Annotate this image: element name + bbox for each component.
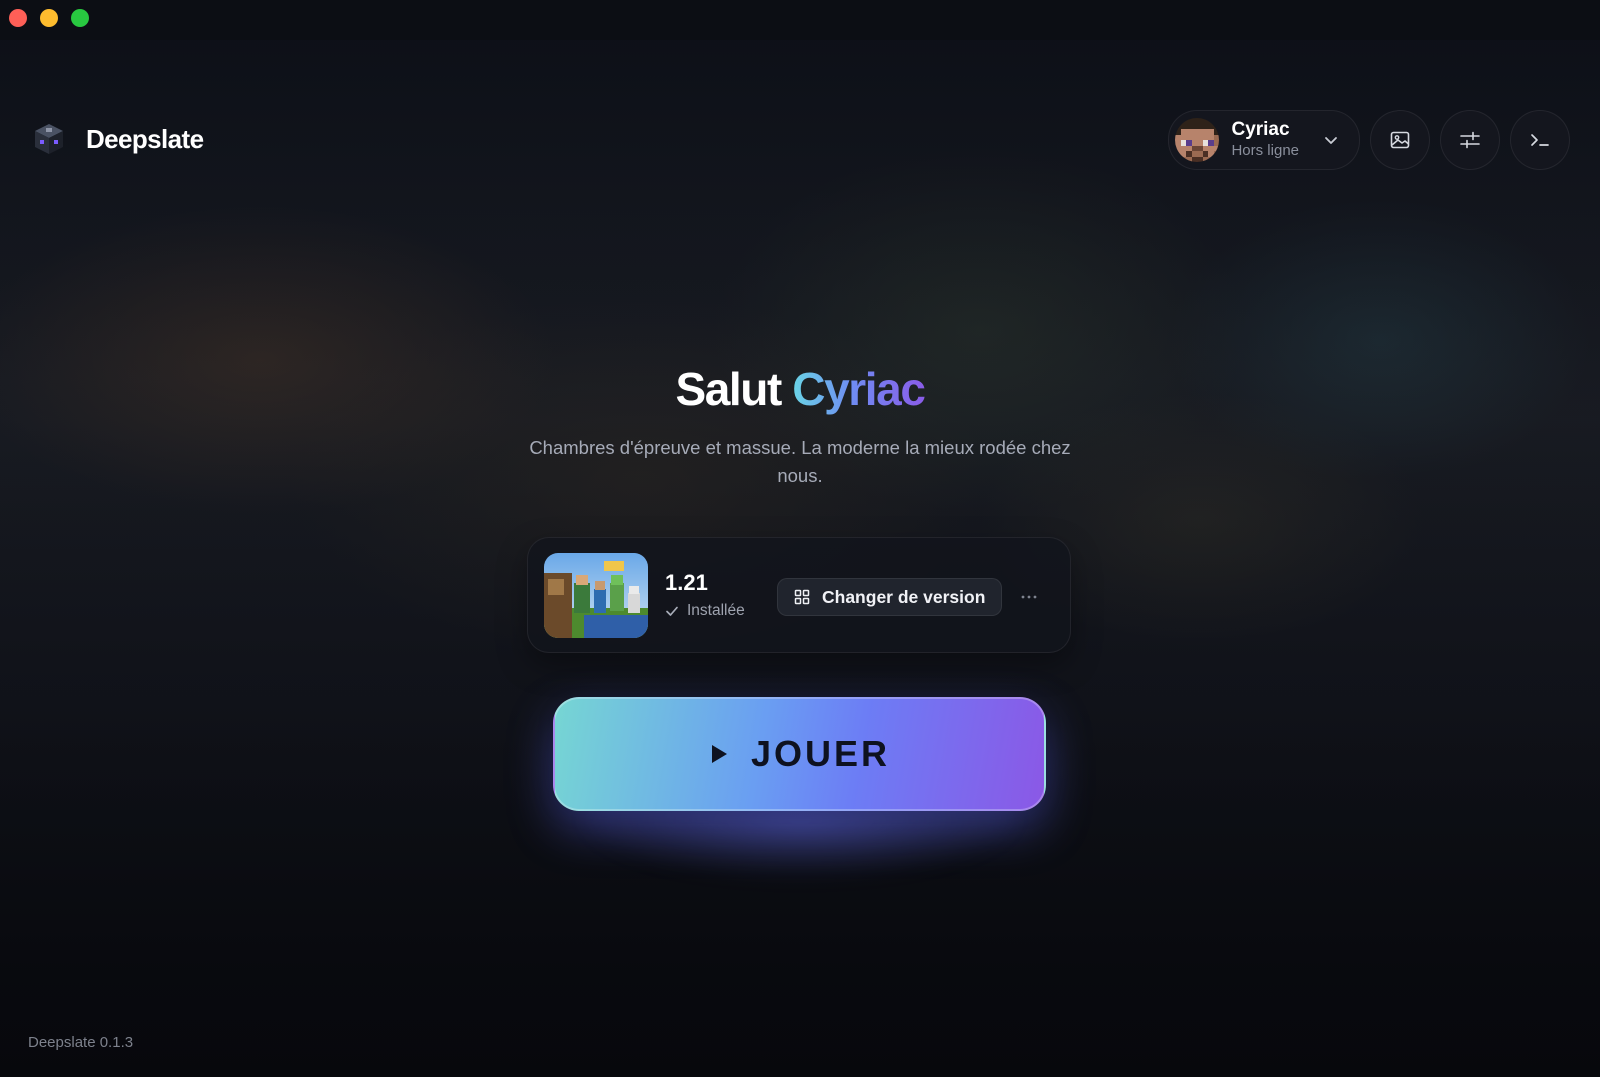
version-number: 1.21 <box>665 570 708 595</box>
settings-button[interactable] <box>1440 110 1500 170</box>
app-name: Deepslate <box>86 123 204 154</box>
background-image-button[interactable] <box>1370 110 1430 170</box>
install-status: Installée <box>665 602 745 620</box>
change-version-button[interactable]: Changer de version <box>777 578 1003 616</box>
version-card: 1.21 Installée Changer de version <box>527 537 1071 653</box>
terminal-icon <box>1531 134 1549 146</box>
change-version-label: Changer de version <box>822 586 986 607</box>
more-horizontal-icon <box>1021 595 1037 599</box>
main-content: Deepslate Cyriac Hors ligne Salut Cyriac… <box>0 0 1600 1077</box>
tagline: Chambres d'épreuve et massue. La moderne… <box>529 437 1071 486</box>
launcher-window: Deepslate Cyriac Hors ligne Salut Cyriac… <box>0 0 1600 1077</box>
account-status: Hors ligne <box>1231 142 1299 160</box>
image-icon <box>1390 131 1410 149</box>
greeting-word: Salut <box>675 363 782 415</box>
version-more-button[interactable] <box>1014 582 1044 612</box>
hero-section: Salut Cyriac Chambres d'épreuve et massu… <box>0 362 1600 490</box>
top-right-controls: Cyriac Hors ligne <box>1168 110 1570 170</box>
version-info: 1.21 Installée <box>665 570 745 620</box>
account-name: Cyriac <box>1231 119 1290 141</box>
console-button[interactable] <box>1510 110 1570 170</box>
greeting-player-name: Cyriac <box>792 363 926 415</box>
account-text: Cyriac Hors ligne <box>1231 119 1299 160</box>
play-icon <box>711 745 727 763</box>
brand: Deepslate <box>32 122 204 156</box>
deepslate-cube-icon <box>35 124 63 154</box>
greeting-heading: Salut Cyriac <box>0 362 1600 416</box>
grid-icon <box>794 589 810 605</box>
install-status-label: Installée <box>687 602 745 619</box>
version-thumbnail <box>544 553 648 638</box>
chevron-down-icon <box>1323 132 1339 148</box>
check-icon <box>666 606 678 616</box>
player-head-avatar <box>1175 118 1220 162</box>
play-label: JOUER <box>750 733 891 774</box>
app-version: Deepslate 0.1.3 <box>28 1034 134 1051</box>
sliders-icon <box>1460 131 1480 149</box>
account-switcher[interactable]: Cyriac Hors ligne <box>1168 110 1360 170</box>
play-button[interactable]: JOUER <box>553 697 1046 811</box>
